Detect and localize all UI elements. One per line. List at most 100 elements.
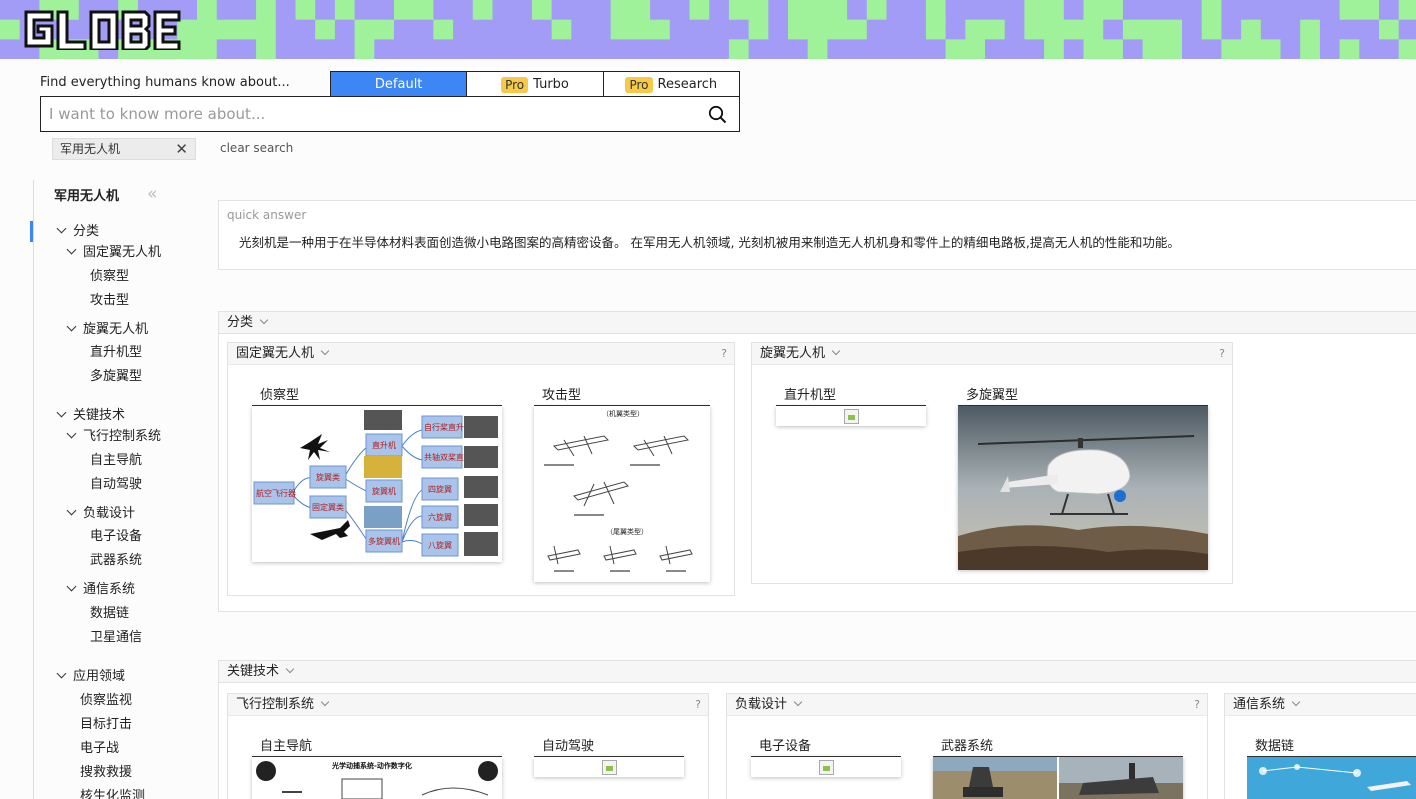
card-header[interactable]: 旋翼无人机? bbox=[752, 343, 1232, 365]
item-electronics[interactable]: 电子设备 bbox=[751, 738, 901, 777]
sidebar-item[interactable]: 电子战 bbox=[80, 737, 119, 756]
banner-cell bbox=[492, 19, 513, 40]
banner-cell bbox=[1300, 39, 1321, 59]
banner-cell bbox=[216, 0, 237, 21]
banner-cell bbox=[472, 39, 493, 59]
banner-cell bbox=[906, 0, 927, 21]
section-title: 分类 bbox=[227, 315, 254, 330]
banner-cell bbox=[1004, 39, 1025, 59]
banner-cell bbox=[1103, 0, 1124, 21]
banner-cell bbox=[275, 39, 296, 59]
diagram-node: 四旋翼 bbox=[428, 484, 452, 494]
banner-cell bbox=[334, 39, 356, 59]
banner-cell bbox=[906, 19, 927, 40]
banner-cell bbox=[1162, 19, 1183, 40]
sidebar-item[interactable]: 核生化监测 bbox=[80, 785, 145, 799]
sidebar-item[interactable]: 卫星通信 bbox=[90, 626, 142, 645]
sidebar-item[interactable]: 搜救救援 bbox=[80, 761, 132, 780]
sidebar-item[interactable]: 目标打击 bbox=[80, 713, 132, 732]
card-header[interactable]: 飞行控制系统? bbox=[228, 694, 708, 716]
diagram-title: （尾翼类型） bbox=[606, 527, 648, 536]
sidebar-item[interactable]: 旋翼无人机 bbox=[66, 318, 148, 337]
item-title: 侦察型 bbox=[252, 387, 502, 406]
card-header[interactable]: 通信系统 bbox=[1225, 694, 1416, 716]
item-autopilot[interactable]: 自动驾驶 bbox=[534, 738, 684, 777]
sidebar-item[interactable]: 直升机型 bbox=[90, 341, 142, 360]
section-header[interactable]: 关键技术 bbox=[219, 661, 1416, 683]
banner-cell bbox=[1379, 19, 1400, 40]
sidebar-item[interactable]: 通信系统 bbox=[66, 578, 135, 597]
close-icon[interactable]: ✕ bbox=[175, 139, 188, 159]
banner-cell bbox=[847, 0, 868, 21]
item-recon[interactable]: 侦察型 航空飞行器 旋翼类 固定翼类 直升机 旋翼机 多旋翼机 自行桨直升机 共… bbox=[252, 387, 502, 562]
chevron-down-icon bbox=[56, 223, 67, 234]
banner-cell bbox=[1319, 0, 1341, 21]
banner-cell bbox=[551, 19, 572, 40]
sidebar-item[interactable]: 武器系统 bbox=[90, 549, 142, 568]
banner-cell bbox=[728, 0, 750, 21]
mode-label: Research bbox=[657, 77, 718, 92]
banner-cell bbox=[1024, 19, 1045, 40]
mode-research-tab[interactable]: Pro Research bbox=[602, 72, 739, 97]
sidebar-item[interactable]: 自主导航 bbox=[90, 449, 142, 468]
help-icon[interactable]: ? bbox=[1219, 343, 1225, 364]
banner-cell bbox=[807, 0, 828, 21]
card-communication: 通信系统 数据链 bbox=[1224, 693, 1416, 799]
item-helicopter[interactable]: 直升机型 bbox=[776, 387, 926, 426]
sidebar-item[interactable]: 固定翼无人机 bbox=[66, 241, 161, 260]
chevron-down-icon bbox=[56, 668, 67, 679]
sidebar-item[interactable]: 飞行控制系统 bbox=[66, 425, 161, 444]
banner-cell bbox=[1201, 19, 1222, 40]
banner-cell bbox=[256, 0, 277, 21]
item-attack[interactable]: 攻击型 （机翼类型） （尾翼类型） bbox=[534, 387, 710, 582]
clear-search-link[interactable]: clear search bbox=[220, 141, 293, 155]
help-icon[interactable]: ? bbox=[1194, 694, 1200, 715]
item-multirotor[interactable]: 多旋翼型 bbox=[958, 387, 1208, 570]
help-icon[interactable]: ? bbox=[721, 343, 727, 364]
collapse-sidebar-icon[interactable]: « bbox=[147, 184, 157, 204]
search-icon[interactable] bbox=[708, 105, 727, 128]
banner-cell bbox=[551, 39, 572, 59]
banner-cell bbox=[394, 39, 415, 59]
diagram-art: （机翼类型） （尾翼类型） bbox=[544, 409, 693, 572]
section-header[interactable]: 分类 bbox=[219, 312, 1416, 334]
sidebar-item[interactable]: 攻击型 bbox=[90, 289, 129, 308]
banner-cell bbox=[197, 39, 218, 59]
mode-default-tab[interactable]: Default bbox=[331, 72, 467, 97]
card-header[interactable]: 固定翼无人机? bbox=[228, 343, 734, 365]
mode-turbo-tab[interactable]: Pro Turbo bbox=[466, 72, 603, 97]
item-autonomous-nav[interactable]: 自主导航 光学动捕系统-动作数字化 bbox=[252, 738, 502, 799]
sidebar-item[interactable]: 自动驾驶 bbox=[90, 473, 142, 492]
sidebar-item[interactable]: 数据链 bbox=[90, 602, 129, 621]
banner-cell bbox=[433, 39, 454, 59]
sidebar-item[interactable]: 关键技术 bbox=[56, 404, 126, 423]
chevron-down-icon bbox=[1291, 697, 1301, 707]
sidebar-item[interactable]: 应用领域 bbox=[56, 665, 125, 684]
banner-cell bbox=[354, 19, 375, 40]
help-icon[interactable]: ? bbox=[695, 694, 701, 715]
sidebar-item[interactable]: 侦察型 bbox=[90, 265, 129, 284]
banner-cell bbox=[1162, 39, 1183, 59]
banner-cell bbox=[591, 0, 612, 21]
item-data-link[interactable]: 数据链 bbox=[1247, 738, 1416, 799]
item-weapons[interactable]: 武器系统 bbox=[933, 738, 1183, 799]
search-input[interactable] bbox=[41, 97, 681, 131]
banner-cell bbox=[768, 39, 789, 59]
sidebar-item-label: 关键技术 bbox=[73, 408, 126, 423]
banner-cell bbox=[531, 0, 553, 21]
sidebar-item[interactable]: 侦察监视 bbox=[80, 689, 132, 708]
sidebar-item[interactable]: 电子设备 bbox=[90, 525, 142, 544]
banner-cell bbox=[1359, 39, 1380, 59]
banner-cell bbox=[315, 39, 336, 59]
card-title: 固定翼无人机 bbox=[236, 346, 315, 361]
broken-image bbox=[776, 406, 926, 426]
sidebar-item[interactable]: 分类 bbox=[56, 220, 99, 239]
card-header[interactable]: 负载设计? bbox=[727, 694, 1207, 716]
sidebar-item[interactable]: 多旋翼型 bbox=[90, 365, 142, 384]
sidebar-item[interactable]: 负载设计 bbox=[66, 502, 135, 521]
chevron-down-icon bbox=[66, 581, 77, 592]
globe-logo[interactable] bbox=[22, 8, 182, 50]
banner-cell bbox=[1044, 19, 1065, 40]
sidebar-item-label: 自主导航 bbox=[90, 453, 143, 468]
banner-cell bbox=[354, 39, 375, 59]
